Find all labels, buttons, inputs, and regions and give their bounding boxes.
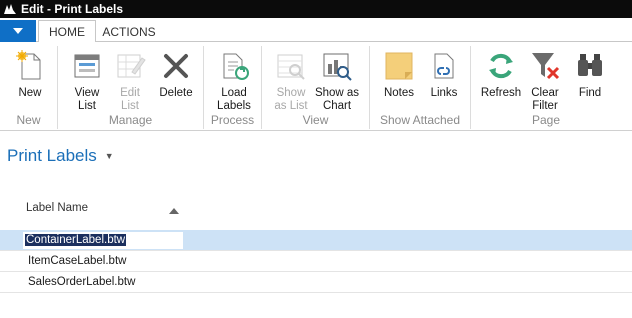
- links-button[interactable]: Links: [426, 50, 462, 100]
- show-as-list-icon: [277, 54, 305, 80]
- table-row[interactable]: SalesOrderLabel.btw: [0, 272, 632, 293]
- new-button[interactable]: New: [12, 50, 48, 100]
- label-list: ContainerLabel.btw ItemCaseLabel.btw Sal…: [0, 230, 632, 293]
- title-bar: Edit - Print Labels: [0, 0, 632, 18]
- ribbon-group-view: Show as List Show as Chart View: [262, 46, 370, 129]
- load-labels-button[interactable]: Load Labels: [215, 50, 253, 113]
- ribbon-group-show-attached: Notes Links Show Attached: [370, 46, 471, 129]
- page-title[interactable]: Print Labels ▼: [7, 146, 114, 166]
- show-as-list-button[interactable]: Show as List: [270, 50, 312, 113]
- load-labels-icon: [223, 53, 249, 80]
- label-name-cell[interactable]: SalesOrderLabel.btw: [28, 276, 135, 288]
- label-name-cell[interactable]: ContainerLabel.btw: [23, 231, 183, 249]
- column-header-label-name[interactable]: Label Name: [26, 202, 88, 214]
- chevron-down-icon: [13, 28, 23, 34]
- group-label-page: Page: [531, 113, 561, 127]
- tab-home[interactable]: HOME: [38, 20, 96, 43]
- new-document-icon: [16, 50, 41, 80]
- label-name-text: ContainerLabel.btw: [25, 234, 127, 246]
- view-list-button[interactable]: View List: [68, 50, 106, 113]
- application-menu-button[interactable]: [0, 20, 36, 42]
- group-label-view: View: [302, 113, 329, 127]
- dynamics-logo-icon: [2, 1, 18, 17]
- links-icon: [434, 53, 454, 79]
- refresh-button-label: Refresh: [480, 87, 522, 99]
- ribbon-tab-bar: HOME ACTIONS: [0, 18, 632, 43]
- clear-filter-button-label: Clear Filter: [531, 87, 559, 112]
- sort-ascending-icon[interactable]: [169, 208, 179, 214]
- group-label-process: Process: [210, 113, 255, 127]
- view-list-icon: [74, 54, 100, 78]
- clear-filter-button[interactable]: Clear Filter: [527, 50, 563, 113]
- tab-actions[interactable]: ACTIONS: [98, 20, 160, 43]
- delete-button-label: Delete: [159, 87, 193, 99]
- table-row[interactable]: ItemCaseLabel.btw: [0, 251, 632, 272]
- edit-list-icon: [117, 54, 146, 78]
- ribbon-group-process: Load Labels Process: [204, 46, 262, 129]
- notes-button[interactable]: Notes: [381, 50, 417, 100]
- label-name-cell[interactable]: ItemCaseLabel.btw: [28, 255, 126, 267]
- load-labels-button-label: Load Labels: [217, 87, 251, 112]
- delete-x-icon: [164, 54, 188, 78]
- find-binoculars-icon: [578, 54, 602, 76]
- show-as-chart-button[interactable]: Show as Chart: [314, 50, 360, 113]
- ribbon-group-page: Refresh Clear Filter Find Page: [471, 46, 621, 129]
- show-as-chart-icon: [323, 53, 352, 81]
- edit-list-button[interactable]: Edit List: [112, 50, 148, 113]
- group-label-show-attached: Show Attached: [379, 113, 461, 127]
- view-list-button-label: View List: [74, 87, 100, 112]
- links-button-label: Links: [430, 87, 458, 99]
- ribbon: New New View List Edit List Delete Manag…: [0, 42, 632, 131]
- ribbon-group-manage: View List Edit List Delete Manage: [58, 46, 204, 129]
- table-row[interactable]: ContainerLabel.btw: [0, 230, 632, 251]
- new-button-label: New: [18, 87, 42, 99]
- refresh-button[interactable]: Refresh: [479, 50, 523, 100]
- refresh-icon: [489, 53, 513, 79]
- clear-filter-icon: [532, 53, 560, 80]
- notes-icon: [385, 52, 413, 80]
- page-title-text: Print Labels: [7, 146, 97, 165]
- notes-button-label: Notes: [383, 87, 415, 99]
- find-button-label: Find: [578, 87, 602, 99]
- delete-button[interactable]: Delete: [156, 50, 196, 100]
- show-as-list-button-label: Show as List: [274, 87, 308, 112]
- ribbon-group-new: New New: [0, 46, 58, 129]
- edit-list-button-label: Edit List: [120, 87, 140, 112]
- window-title: Edit - Print Labels: [21, 2, 124, 16]
- show-as-chart-button-label: Show as Chart: [314, 87, 360, 112]
- find-button[interactable]: Find: [571, 50, 609, 100]
- group-label-manage: Manage: [108, 113, 153, 127]
- group-label-new: New: [16, 113, 41, 127]
- chevron-down-icon: ▼: [104, 151, 114, 161]
